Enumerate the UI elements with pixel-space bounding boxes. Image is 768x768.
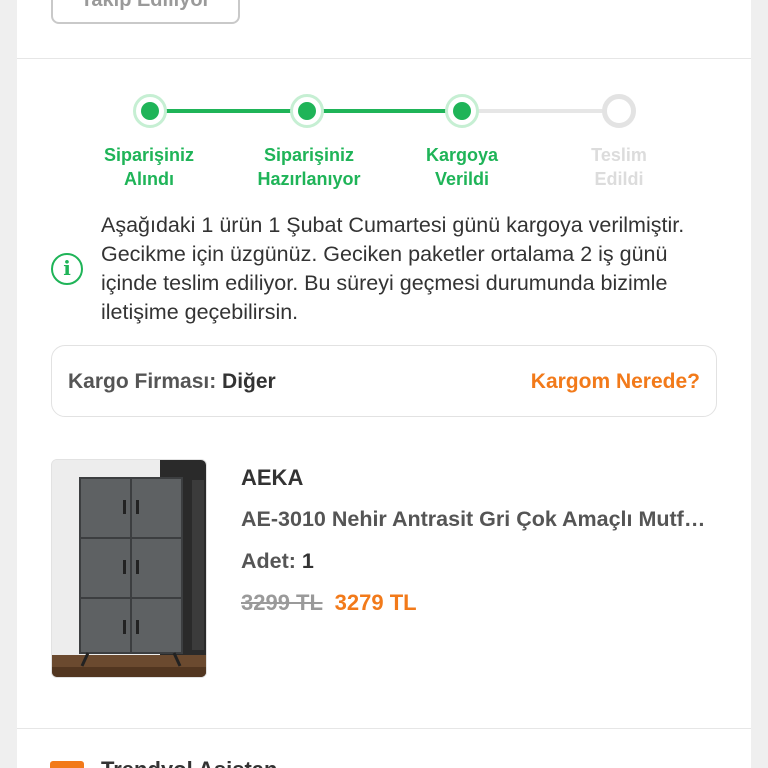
delay-info-text: Aşağıdaki 1 ürün 1 Şubat Cumartesi günü … (101, 213, 685, 324)
old-price: 3299 TL (241, 590, 323, 615)
cargo-company-value: Diğer (222, 370, 276, 393)
step-label-ordered: Siparişiniz Alındı (103, 145, 195, 189)
assistant-title[interactable]: Trendyol Asistan (101, 757, 277, 768)
product-quantity: Adet: 1 (241, 549, 314, 574)
cargo-company-label: Kargo Firması: (68, 370, 217, 393)
cargo-company: Kargo Firması: Diğer (68, 370, 276, 394)
follow-button[interactable]: Takip Ediliyor (51, 0, 240, 24)
product-prices: 3299 TL 3279 TL (241, 590, 417, 616)
product-image[interactable] (51, 459, 207, 678)
divider (17, 58, 751, 59)
divider (17, 728, 751, 729)
quantity-label: Adet: (241, 549, 296, 573)
step-4-pending-icon (602, 94, 636, 128)
step-2-done-icon (290, 94, 324, 128)
product-brand: AEKA (241, 465, 304, 490)
step-connector (307, 109, 462, 113)
step-1-done-icon (133, 94, 167, 128)
step-label-preparing: Siparişiniz Hazırlanıyor (257, 145, 361, 189)
new-price: 3279 TL (334, 590, 417, 615)
step-3-done-icon (445, 94, 479, 128)
step-connector (150, 109, 307, 113)
cabinet-image (52, 460, 206, 677)
step-label-delivered: Teslim Edildi (591, 145, 647, 189)
step-label-shipped: Kargoya Verildi (425, 145, 499, 189)
step-connector (462, 109, 619, 113)
cargo-info-box: Kargo Firması: Diğer Kargom Nerede? (51, 345, 717, 417)
assistant-badge-icon (50, 761, 84, 768)
where-is-my-cargo-link[interactable]: Kargom Nerede? (531, 370, 700, 394)
quantity-value: 1 (301, 549, 314, 573)
product-name[interactable]: AE-3010 Nehir Antrasit Gri Çok Amaçlı Mu… (241, 507, 717, 532)
info-circle-icon: i (51, 253, 83, 285)
